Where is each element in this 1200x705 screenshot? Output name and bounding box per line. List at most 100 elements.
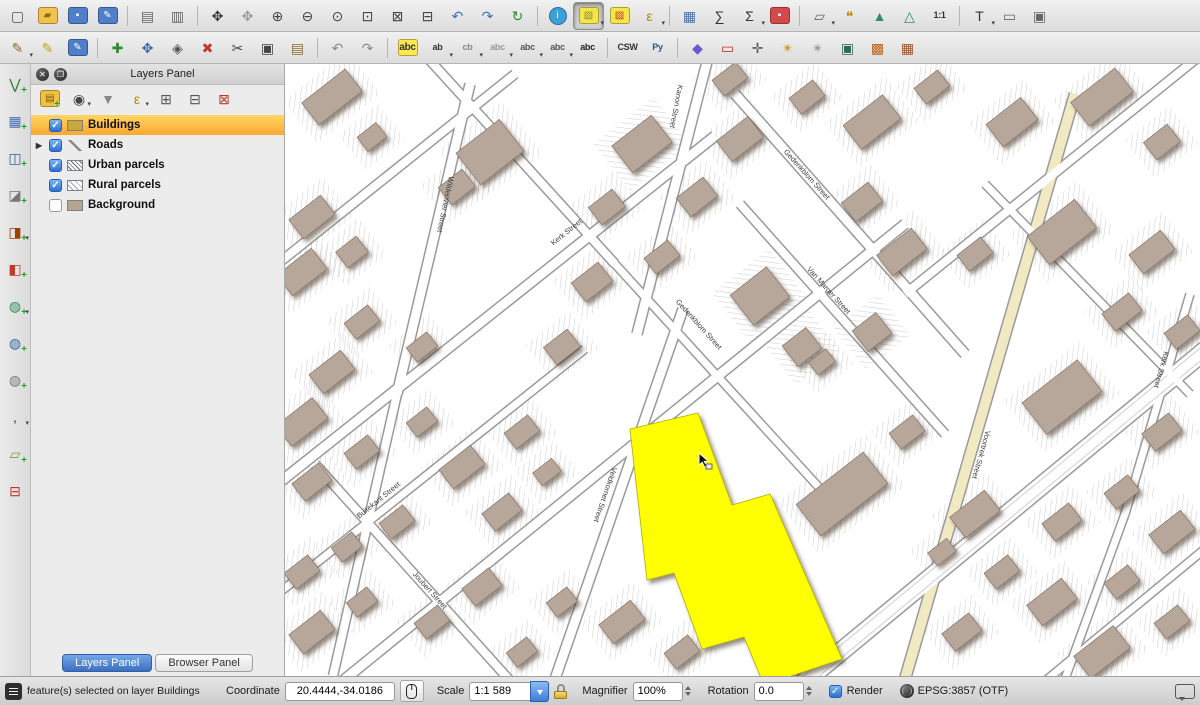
deselect-features-button[interactable]: ▨ [605,3,634,29]
remove-layer-button[interactable]: ⊠ [213,88,235,110]
filter-legend-button[interactable]: ▼ [97,88,119,110]
current-edits-button[interactable]: ✎▾ [3,35,32,61]
new-bookmark-button[interactable]: ▲ [865,3,894,29]
redo-button[interactable]: ↷ [353,35,382,61]
pan-to-selection-button[interactable]: ✥ [233,3,262,29]
panel-float-button[interactable]: ❐ [54,68,67,81]
coordinate-capture-button[interactable]: ✛ [743,35,772,61]
layer-visibility-checkbox[interactable] [49,199,62,212]
refresh-map-button[interactable]: ↻ [503,3,532,29]
scale-combobox[interactable] [469,681,549,702]
layer-expand-arrow[interactable]: ▶ [34,141,44,150]
map-tips-button[interactable]: ❝ [835,3,864,29]
zoom-next-button[interactable]: ↷ [473,3,502,29]
undo-button[interactable]: ↶ [323,35,352,61]
topology-checker-button[interactable]: ◆ [683,35,712,61]
field-calculator-button[interactable]: ∑ [705,3,734,29]
measure-line-button[interactable]: ▱▾ [805,3,834,29]
python-console-button[interactable]: Py [643,35,672,61]
show-bookmarks-button[interactable]: △ [895,3,924,29]
toggle-editing-button[interactable]: ✎ [33,35,62,61]
add-vector-layer-button[interactable]: ⋁+ [2,72,28,96]
zoom-to-selection-button[interactable]: ⊠ [383,3,412,29]
spin-up-button[interactable] [685,683,691,690]
layer-item-urban-parcels[interactable]: ✓Urban parcels [31,155,284,175]
select-features-button[interactable]: ▧▾ [573,2,604,30]
layer-visibility-checkbox[interactable]: ✓ [49,179,62,192]
add-delimited-text-layer-button[interactable]: ,▾ [2,405,28,429]
log-messages-button[interactable] [1175,684,1195,699]
add-raster-layer-button[interactable]: ▦+ [2,109,28,133]
move-feature-button[interactable]: ✥ [133,35,162,61]
statistical-summary-button[interactable]: Σ▾ [735,3,764,29]
open-project-button[interactable]: ▰ [33,3,62,29]
cut-features-button[interactable]: ✂ [223,35,252,61]
new-shapefile-layer-button[interactable]: ▱+ [2,442,28,466]
delete-selected-button[interactable]: ✖ [193,35,222,61]
spin-down-button[interactable] [806,692,812,699]
composer-manager-button[interactable]: ▥ [163,3,192,29]
layer-visibility-checkbox[interactable]: ✓ [49,139,62,152]
layer-item-rural-parcels[interactable]: ✓Rural parcels [31,175,284,195]
copy-features-button[interactable]: ▣ [253,35,282,61]
highlight-pinned-labels-button[interactable]: cb▾ [453,35,482,61]
save-project-as-button[interactable]: ✎ [93,3,122,29]
pin-labels-button[interactable]: ab▾ [423,35,452,61]
raster-calculator-button[interactable]: ▦ [893,35,922,61]
layer-item-roads[interactable]: ▶✓Roads [31,135,284,155]
rotate-label-button[interactable]: abc▾ [543,35,572,61]
add-wcs-layer-button[interactable]: ◍+ [2,331,28,355]
scale-dropdown-button[interactable] [530,681,549,702]
add-postgis-layer-button[interactable]: ◫+ [2,146,28,170]
change-label-button[interactable]: abc [573,35,602,61]
scale-input[interactable] [469,682,530,701]
add-group-button[interactable]: ▤+ [39,88,61,110]
tab-layers-panel[interactable]: Layers Panel [62,654,152,672]
heatmap-plugin-button[interactable]: ▩ [863,35,892,61]
add-wms-layer-button[interactable]: ◍+▾ [2,294,28,318]
add-oracle-layer-button[interactable]: ◧+ [2,257,28,281]
tab-browser-panel[interactable]: Browser Panel [155,654,253,672]
magnifier-input[interactable] [633,682,683,701]
filter-by-expression-button[interactable]: ε▾ [126,88,148,110]
identify-features-button[interactable]: i [543,3,572,29]
zoom-full-button[interactable]: ⊡ [353,3,382,29]
rotation-input[interactable] [754,682,804,701]
move-label-button[interactable]: abc▾ [513,35,542,61]
map-canvas[interactable]: Kanon StreetWilderivier StreetGedenkblom… [285,64,1200,676]
zoom-native-resolution-button[interactable]: 1:1 [925,3,954,29]
collapse-all-button[interactable]: ⊟ [184,88,206,110]
node-tool-button[interactable]: ◈ [163,35,192,61]
zoom-out-button[interactable]: ⊖ [293,3,322,29]
show-hide-labels-button[interactable]: abc▾ [483,35,512,61]
remove-layer-group-button[interactable]: ⊟ [2,479,28,503]
layer-visibility-checkbox[interactable]: ✓ [49,159,62,172]
layer-item-background[interactable]: Background [31,195,284,215]
simplify-features-button[interactable]: ✴ [773,35,802,61]
spin-up-button[interactable] [806,683,812,690]
mouse-coordinate-toggle-button[interactable] [400,680,424,702]
add-mssql-layer-button[interactable]: ◨+▾ [2,220,28,244]
select-by-expression-button[interactable]: ε▾ [635,3,664,29]
crs-status-button[interactable]: EPSG:3857 (OTF) [896,683,1012,699]
add-wfs-layer-button[interactable]: ◍+ [2,368,28,392]
spatial-query-button[interactable]: ▭ [713,35,742,61]
panel-close-button[interactable]: ✕ [36,68,49,81]
georeferencer-button[interactable]: ▣ [833,35,862,61]
scale-lock-button[interactable] [554,684,567,699]
zoom-last-button[interactable]: ↶ [443,3,472,29]
save-layer-edits-button[interactable]: ✎ [63,35,92,61]
coordinate-input[interactable] [285,682,395,701]
manage-map-themes-button[interactable]: ◉▾ [68,88,90,110]
db-manager-button[interactable]: ▪ [765,3,794,29]
rotation-spinbox[interactable] [754,682,812,701]
add-spatialite-layer-button[interactable]: ◪+ [2,183,28,207]
form-annotation-button[interactable]: ▭ [995,3,1024,29]
layer-item-buildings[interactable]: ✓Buildings [31,115,284,135]
text-annotation-button[interactable]: T▾ [965,3,994,29]
expand-all-button[interactable]: ⊞ [155,88,177,110]
new-project-button[interactable]: ▢ [3,3,32,29]
labeling-options-button[interactable]: abc [393,35,422,61]
paste-features-button[interactable]: ▤ [283,35,312,61]
offset-curve-button[interactable]: ✴ [803,35,832,61]
